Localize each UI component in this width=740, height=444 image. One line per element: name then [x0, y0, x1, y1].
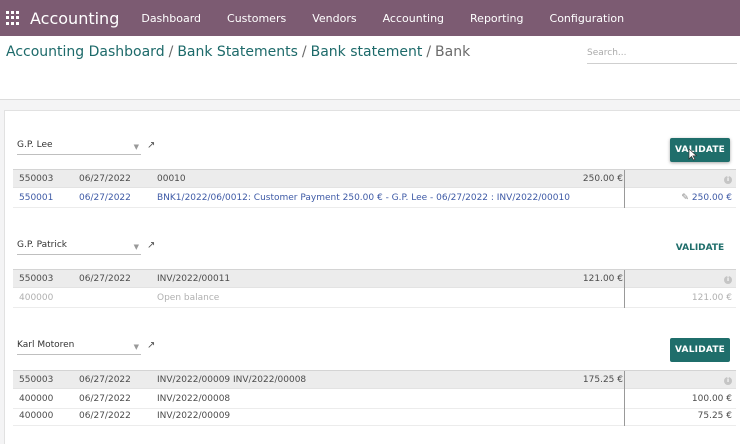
column-divider [624, 289, 625, 308]
label-cell: INV/2022/00011 [157, 274, 231, 284]
breadcrumb-separator: / [168, 44, 174, 60]
pencil-icon[interactable]: ✎ [681, 193, 689, 203]
account-cell: 400000 [19, 411, 54, 421]
top-navbar: Accounting Dashboard Customers Vendors A… [0, 0, 740, 36]
menu-configuration[interactable]: Configuration [550, 12, 625, 25]
info-icon[interactable]: i [724, 176, 732, 184]
info-icon[interactable]: i [724, 276, 732, 284]
statement-line[interactable]: 550003 06/27/2022 INV/2022/00009 INV/202… [13, 370, 736, 390]
column-divider [624, 270, 625, 289]
amount-cell: 175.25 € [582, 375, 623, 385]
label-cell: 00010 [157, 174, 186, 184]
apps-grid-icon[interactable] [6, 11, 20, 25]
menu-customers[interactable]: Customers [227, 12, 286, 25]
date-cell: 06/27/2022 [79, 193, 131, 203]
partner-value: G.P. Patrick [17, 240, 68, 250]
date-cell: 06/27/2022 [79, 375, 131, 385]
reconcile-line[interactable]: 400000 06/27/2022 INV/2022/00009 75.25 € [13, 407, 736, 426]
reconcile-line[interactable]: 550001 06/27/2022 BNK1/2022/06/0012: Cus… [13, 189, 736, 208]
breadcrumb-item-current: Bank [435, 44, 471, 60]
app-brand[interactable]: Accounting [30, 9, 119, 28]
breadcrumb-item-dashboard[interactable]: Accounting Dashboard [6, 44, 165, 60]
account-cell: 400000 [19, 293, 54, 303]
partner-value: G.P. Lee [17, 140, 53, 150]
column-divider [624, 189, 625, 208]
label-cell: INV/2022/00009 INV/2022/00008 [157, 375, 307, 385]
partner-field[interactable]: G.P. Lee ▼ [17, 140, 141, 155]
amount-cell: 121.00 € [582, 274, 623, 284]
label-cell: BNK1/2022/06/0012: Customer Payment 250.… [157, 193, 570, 203]
column-divider [624, 170, 625, 189]
menu-dashboard[interactable]: Dashboard [141, 12, 201, 25]
account-cell: 550003 [19, 274, 54, 284]
info-icon[interactable]: i [724, 377, 732, 385]
amount-cell: 121.00 € [691, 293, 732, 303]
date-cell: 06/27/2022 [79, 274, 131, 284]
date-cell: 06/27/2022 [79, 174, 131, 184]
label-cell: INV/2022/00009 [157, 411, 231, 421]
menu-vendors[interactable]: Vendors [312, 12, 356, 25]
control-panel: Accounting Dashboard / Bank Statements / Ban… [0, 36, 740, 100]
breadcrumb-item-bank-statements[interactable]: Bank Statements [177, 44, 298, 60]
amount-cell: 75.25 € [697, 411, 732, 421]
partner-field[interactable]: G.P. Patrick ▼ [17, 240, 141, 255]
amount-cell: 250.00 € [582, 174, 623, 184]
search-input[interactable] [587, 42, 737, 64]
chevron-down-icon[interactable]: ▼ [134, 143, 139, 151]
statement-line[interactable]: 550003 06/27/2022 INV/2022/00011 121.00 … [13, 269, 736, 289]
validate-button[interactable]: VALIDATE [670, 237, 730, 259]
partner-field[interactable]: Karl Motoren ▼ [17, 340, 141, 355]
validate-button[interactable]: VALIDATE [670, 338, 730, 362]
amount-cell: ✎ 250.00 € [627, 189, 732, 208]
external-link-icon[interactable]: ↗ [147, 141, 157, 151]
menu-accounting[interactable]: Accounting [383, 12, 444, 25]
statement-line[interactable]: 550003 06/27/2022 00010 250.00 € i [13, 169, 736, 189]
column-divider [624, 371, 625, 390]
account-cell: 550001 [19, 193, 54, 203]
external-link-icon[interactable]: ↗ [147, 241, 157, 251]
info-cell: i [627, 170, 732, 189]
label-cell: Open balance [157, 293, 220, 303]
info-cell: i [627, 270, 732, 289]
account-cell: 550003 [19, 174, 54, 184]
amount-value: 250.00 € [691, 193, 732, 203]
mouse-cursor-icon [688, 148, 698, 161]
date-cell: 06/27/2022 [79, 411, 131, 421]
chevron-down-icon[interactable]: ▼ [134, 343, 139, 351]
breadcrumb-separator: / [301, 44, 307, 60]
external-link-icon[interactable]: ↗ [147, 341, 157, 351]
account-cell: 550003 [19, 375, 54, 385]
validate-button[interactable]: VALIDATE [670, 138, 730, 162]
breadcrumb: Accounting Dashboard / Bank Statements / Ban… [6, 44, 470, 60]
breadcrumb-separator: / [426, 44, 432, 60]
column-divider [624, 407, 625, 426]
chevron-down-icon[interactable]: ▼ [134, 243, 139, 251]
breadcrumb-item-bank-statement[interactable]: Bank statement [311, 44, 423, 60]
menu-reporting[interactable]: Reporting [470, 12, 523, 25]
info-cell: i [627, 371, 732, 390]
open-balance-line[interactable]: 400000 Open balance 121.00 € [13, 289, 736, 308]
partner-value: Karl Motoren [17, 340, 75, 350]
